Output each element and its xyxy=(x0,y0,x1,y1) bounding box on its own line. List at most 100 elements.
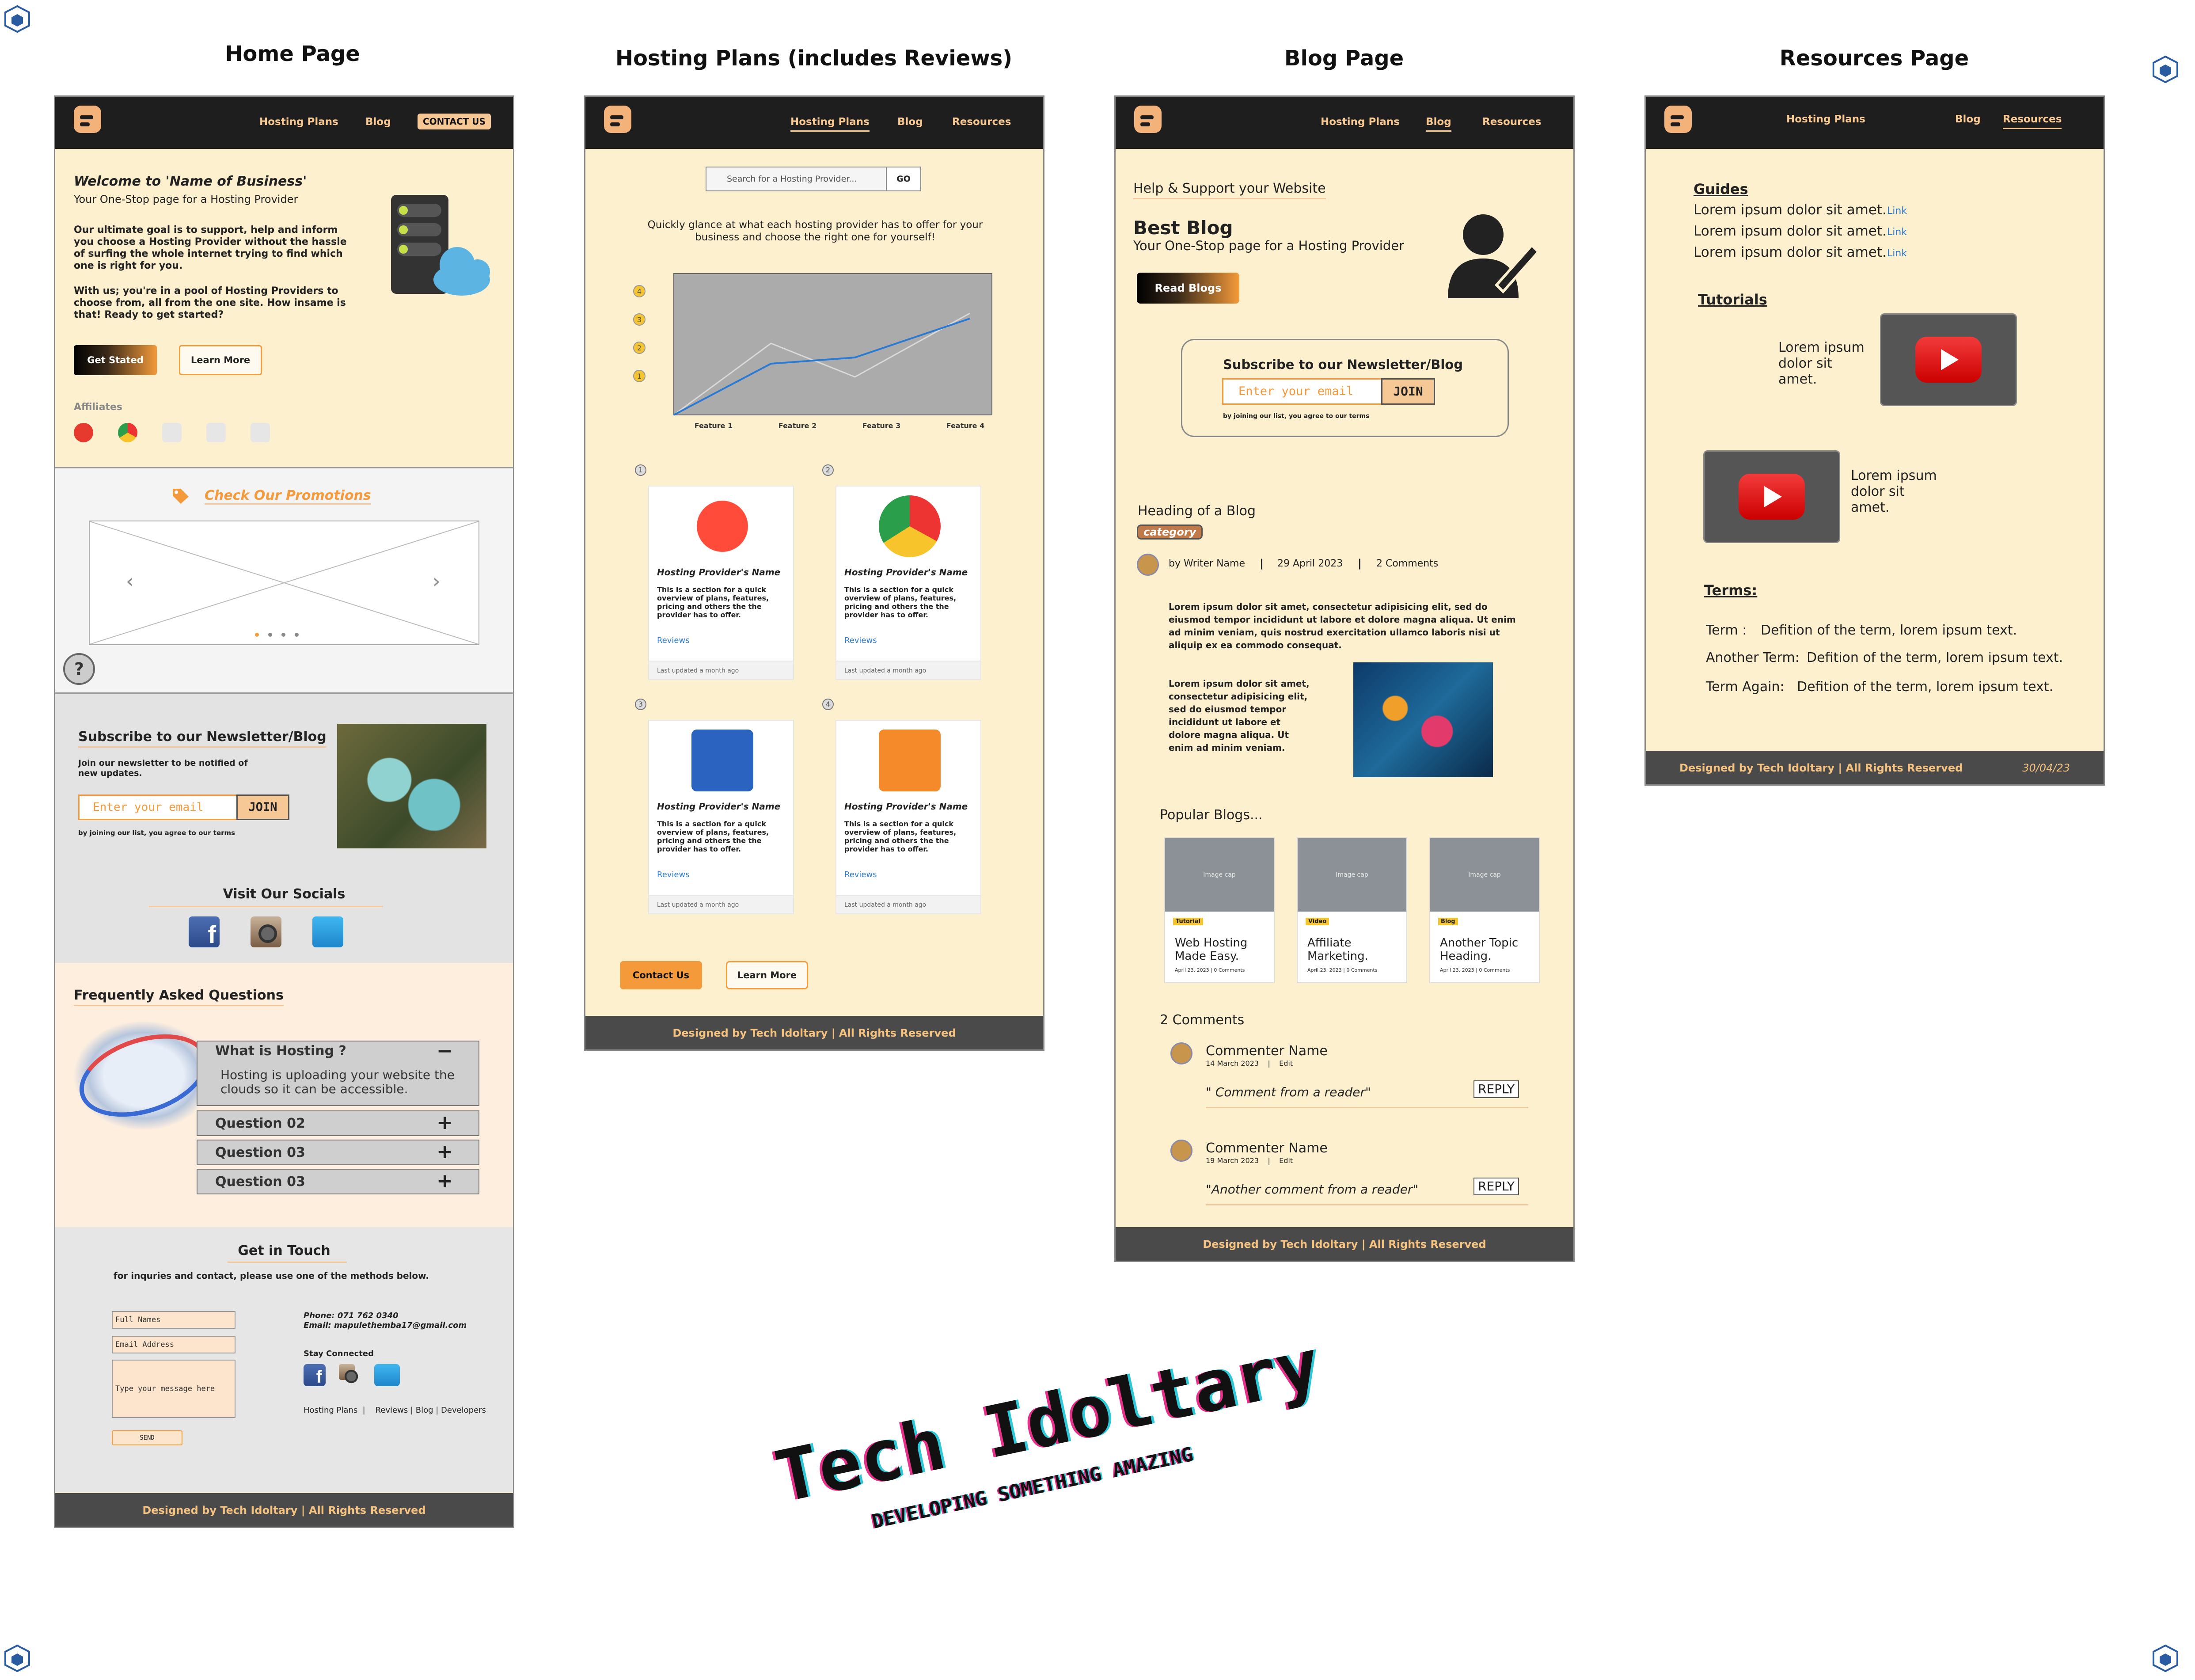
help-button[interactable]: ? xyxy=(63,653,95,685)
rss-icon[interactable] xyxy=(206,423,226,442)
facebook-icon[interactable]: f xyxy=(189,916,220,948)
separator: | xyxy=(1260,557,1264,570)
blog-card-title[interactable]: Another Topic Heading. xyxy=(1440,936,1533,963)
instagram-icon[interactable] xyxy=(251,916,281,947)
youtube-play-icon[interactable] xyxy=(1915,337,1982,383)
term-definition: Defition of the term, lorem ipsum text. xyxy=(1807,650,2063,665)
send-button[interactable]: SEND xyxy=(112,1430,182,1445)
learn-more-button[interactable]: Learn More xyxy=(726,961,808,989)
affiliate-icon[interactable] xyxy=(162,423,182,442)
learn-more-button[interactable]: Learn More xyxy=(179,345,262,375)
footer-date: 30/04/23 xyxy=(2022,762,2070,774)
comment-meta[interactable]: 14 March 2023 | Edit xyxy=(1206,1059,1293,1068)
popular-blog-card[interactable]: Image cap Tutorial Web Hosting Made Easy. A… xyxy=(1164,837,1275,983)
reviews-link[interactable]: Reviews xyxy=(844,870,877,879)
plus-icon[interactable]: + xyxy=(437,1142,453,1162)
nav-resources[interactable]: Resources xyxy=(1482,116,1541,128)
blog-writer[interactable]: by Writer Name xyxy=(1169,558,1245,569)
faq-item[interactable]: Question 03 + xyxy=(197,1140,479,1165)
search-go-button[interactable]: GO xyxy=(886,167,921,191)
nav-blog[interactable]: Blog xyxy=(1955,114,1981,125)
instagram-icon[interactable] xyxy=(339,1364,358,1384)
reviews-link[interactable]: Reviews xyxy=(657,636,690,645)
affiliate-icon[interactable] xyxy=(251,423,270,442)
faq-item[interactable]: Question 03 + xyxy=(197,1169,479,1194)
provider-logo-icon xyxy=(691,495,753,557)
category-badge[interactable]: category xyxy=(1137,525,1203,540)
nav-hosting-plans[interactable]: Hosting Plans xyxy=(1786,114,1865,125)
carousel-dot[interactable] xyxy=(268,633,272,637)
newsletter-join-button[interactable]: JOIN xyxy=(236,794,289,820)
affiliate-icon[interactable] xyxy=(74,423,93,442)
read-blogs-button[interactable]: Read Blogs xyxy=(1137,273,1239,304)
faq-question[interactable]: What is Hosting ? xyxy=(215,1043,346,1059)
guide-link[interactable]: Link xyxy=(1887,227,1907,238)
get-started-button[interactable]: Get Stated xyxy=(74,345,157,375)
carousel-dot[interactable] xyxy=(255,633,259,637)
email-address-input[interactable]: Email Address xyxy=(112,1336,235,1353)
popular-blog-card[interactable]: Image cap Video Affiliate Marketing. April … xyxy=(1297,837,1407,983)
blogger-logo-icon[interactable] xyxy=(1134,106,1162,133)
divider xyxy=(1206,1204,1528,1205)
blogger-logo-icon[interactable] xyxy=(604,106,631,133)
chrome-icon[interactable] xyxy=(118,423,137,442)
nav-resources[interactable]: Resources xyxy=(2003,114,2062,129)
faq-question[interactable]: Question 03 xyxy=(215,1145,305,1160)
nav-hosting-plans[interactable]: Hosting Plans xyxy=(259,116,338,128)
video-thumbnail[interactable] xyxy=(1703,450,1840,543)
reply-button[interactable]: REPLY xyxy=(1473,1080,1519,1098)
provider-card[interactable]: Hosting Provider's Name This is a section… xyxy=(835,720,981,914)
carousel-dot[interactable] xyxy=(281,633,285,637)
faq-item[interactable]: Question 02 + xyxy=(197,1110,479,1136)
nav-hosting-plans[interactable]: Hosting Plans xyxy=(1321,116,1400,128)
blog-comments-count[interactable]: 2 Comments xyxy=(1376,558,1438,569)
full-names-input[interactable]: Full Names xyxy=(112,1311,235,1329)
blog-card-title[interactable]: Web Hosting Made Easy. xyxy=(1175,936,1268,963)
guide-link[interactable]: Link xyxy=(1887,205,1907,217)
reviews-link[interactable]: Reviews xyxy=(844,636,877,645)
blog-heading[interactable]: Heading of a Blog xyxy=(1138,503,1256,519)
faq-question[interactable]: Question 02 xyxy=(215,1116,305,1131)
reply-button[interactable]: REPLY xyxy=(1473,1178,1519,1195)
nav-hosting-plans[interactable]: Hosting Plans xyxy=(790,116,870,132)
youtube-play-icon[interactable] xyxy=(1739,474,1805,520)
carousel-next-icon[interactable]: › xyxy=(433,570,441,593)
minus-icon[interactable]: − xyxy=(437,1041,453,1061)
provider-card[interactable]: Hosting Provider's Name This is a section… xyxy=(835,486,981,680)
provider-card[interactable]: Hosting Provider's Name This is a section… xyxy=(648,720,794,914)
contact-us-button[interactable]: Contact Us xyxy=(620,961,702,989)
nav-contact-button[interactable]: CONTACT US xyxy=(418,114,491,129)
guide-item: Lorem ipsum dolor sit amet. xyxy=(1694,223,1887,239)
twitter-icon[interactable] xyxy=(374,1364,400,1386)
newsletter-email-input[interactable]: Enter your email xyxy=(78,794,238,820)
blogger-logo-icon[interactable] xyxy=(1664,106,1692,133)
blog-card-title[interactable]: Affiliate Marketing. xyxy=(1307,936,1400,963)
video-thumbnail[interactable] xyxy=(1880,313,2017,406)
nav-resources[interactable]: Resources xyxy=(952,116,1011,128)
faq-question[interactable]: Question 03 xyxy=(215,1174,305,1190)
plus-icon[interactable]: + xyxy=(437,1171,453,1191)
comment-meta[interactable]: 19 March 2023 | Edit xyxy=(1206,1156,1293,1165)
facebook-icon[interactable]: f xyxy=(304,1364,326,1387)
promotions-heading: Check Our Promotions xyxy=(205,488,371,505)
reviews-link[interactable]: Reviews xyxy=(657,870,690,879)
provider-card[interactable]: Hosting Provider's Name This is a section… xyxy=(648,486,794,680)
plus-icon[interactable]: + xyxy=(437,1113,453,1133)
blogger-logo-icon[interactable] xyxy=(74,106,101,133)
nav-blog[interactable]: Blog xyxy=(897,116,923,128)
popular-blog-card[interactable]: Image cap Blog Another Topic Heading. April… xyxy=(1429,837,1540,983)
promotions-carousel[interactable]: ‹ › xyxy=(89,521,479,645)
guide-link[interactable]: Link xyxy=(1887,248,1907,259)
carousel-dot[interactable] xyxy=(295,633,299,637)
search-input[interactable]: Search for a Hosting Provider... xyxy=(706,167,887,191)
nav-blog[interactable]: Blog xyxy=(1426,116,1451,132)
footer-links[interactable]: Hosting Plans | Reviews | Blog | Develop… xyxy=(304,1406,486,1415)
nav-blog[interactable]: Blog xyxy=(365,116,391,128)
carousel-prev-icon[interactable]: ‹ xyxy=(126,570,134,593)
faq-item[interactable]: What is Hosting ? − Hosting is uploading… xyxy=(197,1041,479,1106)
newsletter-join-button[interactable]: JOIN xyxy=(1381,378,1435,405)
newsletter-email-input[interactable]: Enter your email xyxy=(1222,378,1383,405)
blog-page: Hosting Plans Blog Resources Help & Supp… xyxy=(1114,95,1575,1262)
twitter-icon[interactable] xyxy=(312,916,343,947)
message-textarea[interactable]: Type your message here xyxy=(112,1360,235,1418)
